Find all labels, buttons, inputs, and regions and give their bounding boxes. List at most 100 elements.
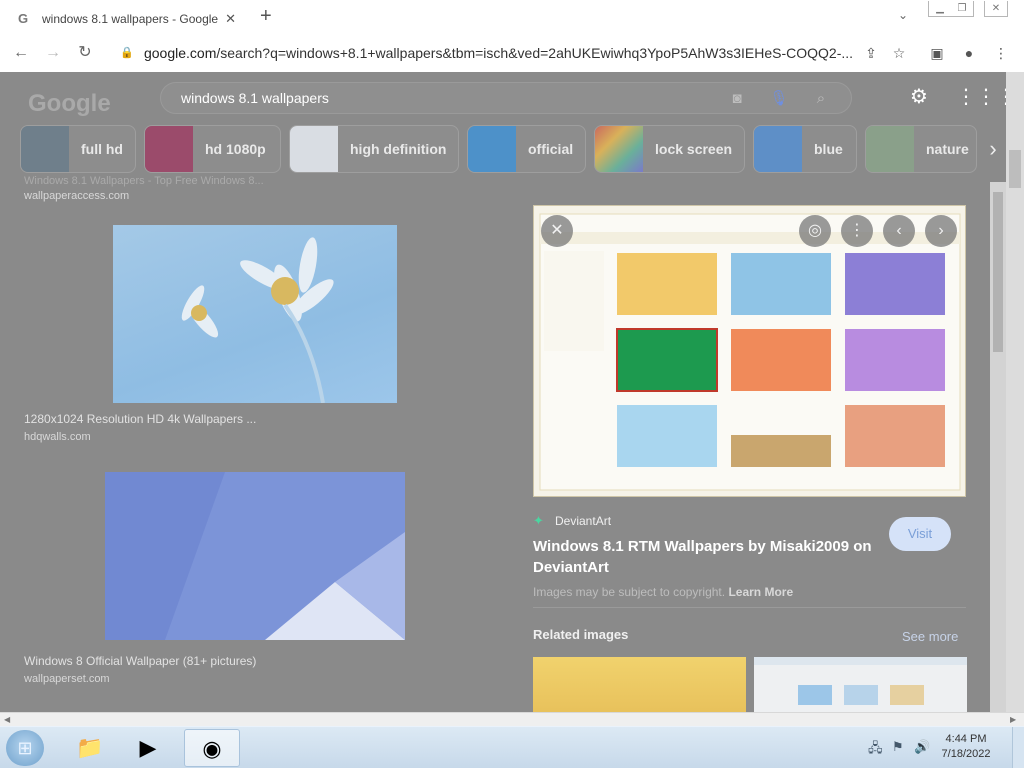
volume-icon[interactable]: 🔊	[914, 739, 930, 755]
scroll-left-icon[interactable]: ◀	[4, 713, 10, 726]
forward-arrow-icon[interactable]: →	[42, 42, 64, 64]
show-desktop-button[interactable]	[1012, 727, 1024, 768]
related-image-thumbnail[interactable]	[754, 657, 967, 712]
action-center-flag-icon[interactable]: ⚑	[892, 739, 904, 755]
new-tab-button[interactable]: +	[260, 6, 272, 26]
copyright-text: Images may be subject to copyright.	[533, 585, 726, 599]
bookmark-star-icon[interactable]: ☆	[888, 42, 910, 64]
search-input[interactable]: windows 8.1 wallpapers	[181, 90, 329, 106]
related-images-heading: Related images	[533, 627, 629, 642]
result-image-windows8[interactable]	[105, 472, 405, 640]
side-panel-icon[interactable]: ▣	[926, 42, 948, 64]
share-icon[interactable]: ⇪	[860, 42, 882, 64]
result-title[interactable]: 1280x1024 Resolution HD 4k Wallpapers ..…	[24, 412, 256, 426]
chip-label: blue	[814, 141, 843, 157]
learn-more-link[interactable]: Learn More	[728, 585, 793, 599]
address-bar[interactable]: 🔒 google.com/search?q=windows+8.1+wallpa…	[112, 39, 852, 67]
system-clock[interactable]: 4:44 PM 7/18/2022	[936, 732, 996, 762]
chip-label: nature	[926, 141, 969, 157]
lens-search-icon[interactable]: ◎	[799, 215, 831, 247]
media-player-icon[interactable]: ▶	[120, 729, 176, 767]
window-controls: ▁ ❐	[928, 1, 974, 17]
chip-hd-1080p[interactable]: hd 1080p	[144, 125, 281, 173]
results-scrollbar[interactable]	[990, 182, 1006, 712]
copyright-note: Images may be subject to copyright. Lear…	[533, 585, 793, 599]
chrome-taskbar-icon[interactable]: ◉	[184, 729, 240, 767]
visit-button[interactable]: Visit	[889, 517, 951, 551]
google-images-page: Google windows 8.1 wallpapers ◙ 🎙 ⌕ ⚙ ⋮⋮…	[0, 72, 1024, 712]
preview-image[interactable]	[533, 205, 966, 497]
chip-thumbnail	[754, 126, 802, 172]
apps-grid-icon[interactable]: ⋮⋮⋮	[956, 84, 1016, 110]
browser-menu-icon[interactable]: ⋮	[990, 42, 1012, 64]
preview-source[interactable]: ✦ DeviantArt	[533, 513, 612, 529]
window-close-icon[interactable]: ✕	[985, 1, 1007, 16]
chip-thumbnail	[21, 126, 69, 172]
preview-site-name: DeviantArt	[555, 514, 612, 528]
google-logo[interactable]: Google	[28, 90, 111, 118]
chip-label: official	[528, 141, 574, 157]
tab-title: windows 8.1 wallpapers - Google	[42, 12, 219, 26]
network-icon[interactable]: 🖧	[868, 739, 883, 761]
minimize-icon[interactable]: ▁	[929, 1, 951, 16]
horizontal-scrollbar[interactable]: ◀ ▶	[0, 712, 1024, 726]
settings-gear-icon[interactable]: ⚙	[906, 84, 932, 110]
chip-thumbnail	[290, 126, 338, 172]
previous-image-icon[interactable]: ‹	[883, 215, 915, 247]
related-explorer-graphic	[754, 657, 967, 705]
start-button[interactable]: ⊞	[6, 730, 44, 766]
close-preview-icon[interactable]: ✕	[541, 215, 573, 247]
reload-icon[interactable]: ↻	[74, 42, 96, 64]
preview-title[interactable]: Windows 8.1 RTM Wallpapers by Misaki2009…	[533, 536, 873, 578]
clock-date: 7/18/2022	[941, 748, 991, 760]
image-preview-panel: ✕ ◎ ⋮ ‹ › ✦ DeviantArt Windows 8.1 RTM W…	[512, 175, 990, 712]
see-more-link[interactable]: See more	[902, 629, 958, 644]
chip-blue[interactable]: blue	[753, 125, 857, 173]
tab-close-icon[interactable]: ✕	[225, 11, 236, 27]
chip-lock-screen[interactable]: lock screen	[594, 125, 745, 173]
back-arrow-icon[interactable]: ←	[10, 42, 32, 64]
chip-thumbnail	[145, 126, 193, 172]
chips-next-chevron-icon[interactable]: ›	[978, 131, 1008, 167]
tab-search-chevron-icon[interactable]: ⌄	[898, 8, 908, 22]
result-source[interactable]: wallpaperaccess.com	[24, 190, 129, 202]
search-icon[interactable]: ⌕	[811, 89, 831, 109]
windows-logo-icon: ⊞	[17, 738, 33, 758]
url-text: google.com/search?q=windows+8.1+wallpape…	[143, 45, 852, 61]
results-scrollbar-thumb[interactable]	[993, 192, 1003, 352]
result-title[interactable]: Windows 8.1 Wallpapers - Top Free Window…	[24, 175, 264, 187]
chip-thumbnail	[595, 126, 643, 172]
scroll-right-icon[interactable]: ▶	[1010, 713, 1016, 726]
chip-thumbnail	[866, 126, 914, 172]
next-image-icon[interactable]: ›	[925, 215, 957, 247]
clock-time: 4:44 PM	[945, 733, 987, 745]
search-box[interactable]: windows 8.1 wallpapers ◙ 🎙 ⌕	[160, 82, 852, 114]
result-source[interactable]: wallpaperset.com	[24, 673, 110, 685]
deviantart-icon: ✦	[533, 513, 544, 528]
google-favicon-icon: G	[18, 11, 29, 26]
more-options-icon[interactable]: ⋮	[841, 215, 873, 247]
chip-high-definition[interactable]: high definition	[289, 125, 459, 173]
chip-nature[interactable]: nature	[865, 125, 977, 173]
chip-thumbnail	[468, 126, 516, 172]
browser-tab[interactable]: G windows 8.1 wallpapers - Google ✕	[8, 4, 246, 34]
page-vertical-scrollbar[interactable]	[1006, 72, 1024, 712]
chip-full-hd[interactable]: full hd	[20, 125, 136, 173]
image-results: Windows 8.1 Wallpapers - Top Free Window…	[0, 175, 508, 712]
restore-icon[interactable]: ❐	[951, 1, 973, 16]
lock-icon[interactable]: 🔒	[120, 46, 134, 60]
divider	[533, 607, 966, 608]
file-explorer-icon[interactable]: 📁	[62, 729, 118, 767]
microphone-icon[interactable]: 🎙	[769, 89, 789, 109]
profile-avatar-icon[interactable]: ●	[958, 42, 980, 64]
page-scrollbar-thumb[interactable]	[1009, 150, 1021, 188]
result-source[interactable]: hdqwalls.com	[24, 431, 91, 443]
related-image-thumbnail[interactable]	[533, 657, 746, 712]
daisy-image-graphic	[181, 237, 334, 404]
result-image-daisy[interactable]	[113, 225, 397, 404]
result-title[interactable]: Windows 8 Official Wallpaper (81+ pictur…	[24, 654, 256, 668]
camera-search-icon[interactable]: ◙	[727, 89, 747, 109]
explorer-screenshot-graphic	[534, 206, 965, 496]
chip-official[interactable]: official	[467, 125, 586, 173]
related-search-chips: full hd hd 1080p high definition officia…	[0, 125, 1000, 173]
